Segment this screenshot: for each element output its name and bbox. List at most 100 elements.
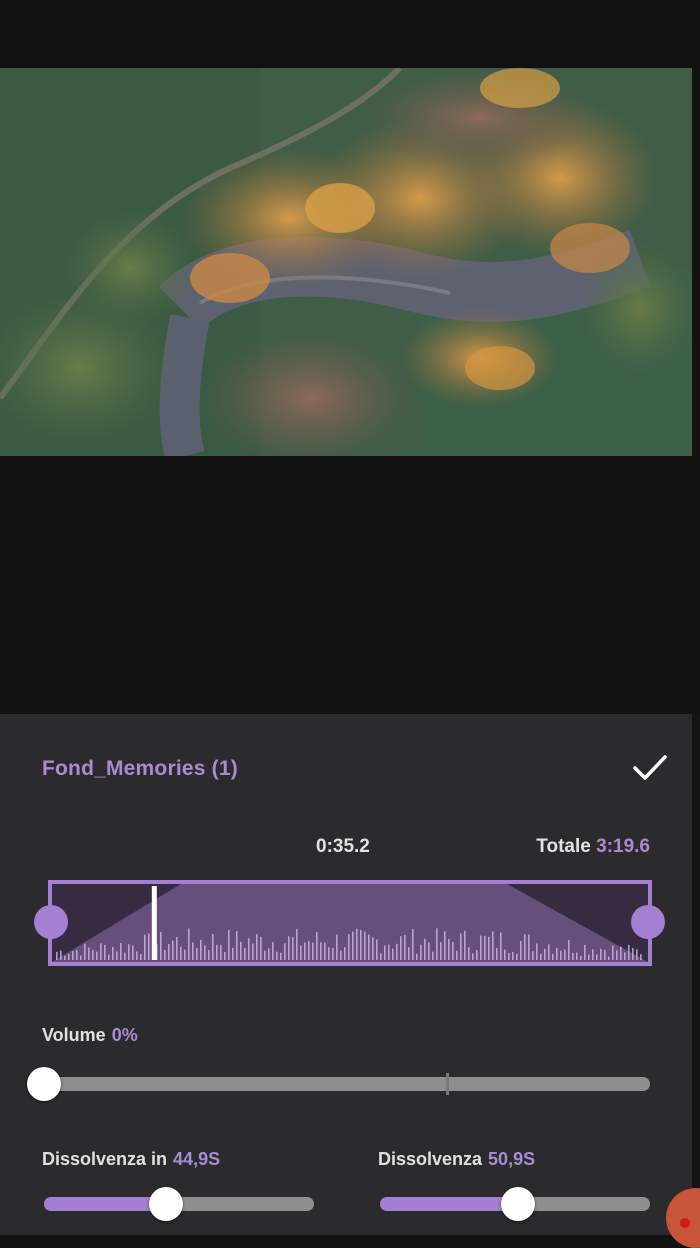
volume-default-marker [446, 1073, 449, 1095]
waveform-bar [388, 944, 390, 960]
waveform-bar [140, 954, 142, 960]
waveform-bar [576, 952, 578, 960]
waveform-bar [336, 934, 338, 960]
waveform-bar [208, 950, 210, 960]
waveform-bar [608, 956, 610, 960]
waveform-bar [628, 944, 630, 960]
waveform-bar [192, 942, 194, 960]
waveform-bar [184, 949, 186, 960]
waveform-bar [400, 936, 402, 960]
waveform-bar [60, 950, 62, 960]
preview-background [0, 456, 700, 714]
audio-waveform[interactable] [48, 880, 652, 966]
waveform-bar [148, 933, 150, 960]
trim-start-handle[interactable] [34, 905, 68, 939]
checkmark-icon[interactable] [630, 750, 670, 786]
volume-slider-thumb[interactable] [27, 1067, 61, 1101]
waveform-bar [240, 941, 242, 960]
waveform-bar [92, 950, 94, 960]
trim-end-handle[interactable] [631, 905, 665, 939]
waveform-bar [528, 934, 530, 960]
waveform-bar [452, 941, 454, 960]
waveform-bar [308, 941, 310, 960]
waveform-bar [216, 944, 218, 960]
waveform-bar [432, 951, 434, 960]
waveform-bar [108, 954, 110, 960]
waveform-bar [624, 952, 626, 960]
waveform-bar [440, 942, 442, 960]
waveform-bar [100, 943, 102, 960]
fade-in-slider-thumb[interactable] [148, 1187, 183, 1221]
waveform-bar [296, 929, 298, 960]
waveform-bar [340, 950, 342, 960]
waveform-bar [272, 942, 274, 960]
volume-label: Volume 0% [42, 1025, 138, 1046]
video-preview[interactable] [0, 68, 692, 456]
waveform-bar [588, 954, 590, 960]
waveform-bar [532, 951, 534, 960]
waveform-bar [496, 948, 498, 960]
waveform-bar [160, 932, 162, 960]
waveform-bar [356, 928, 358, 960]
playhead[interactable] [151, 886, 157, 960]
waveform-bar [88, 947, 90, 960]
waveform-bar [144, 934, 146, 960]
waveform-bar [180, 946, 182, 960]
waveform-bar [436, 928, 438, 960]
waveform-bar [344, 946, 346, 960]
record-icon [680, 1218, 690, 1228]
waveform-bar [196, 947, 198, 960]
waveform-bar [348, 934, 350, 960]
waveform-bar [552, 953, 554, 960]
waveform-bar [352, 931, 354, 960]
waveform-bar [560, 950, 562, 960]
waveform-bar [324, 942, 326, 960]
waveform-bar [268, 948, 270, 960]
fade-in-label: Dissolvenza in 44,9S [42, 1149, 220, 1170]
waveform-bar [392, 948, 394, 960]
waveform-bar [116, 951, 118, 960]
waveform-bar [420, 944, 422, 960]
fade-out-label: Dissolvenza 50,9S [378, 1149, 535, 1170]
total-value: 3:19.6 [596, 836, 650, 857]
waveform-bar [404, 934, 406, 960]
waveform-bar [428, 942, 430, 960]
waveform-bar [68, 953, 70, 960]
waveform-bar [168, 944, 170, 960]
waveform-bar [480, 935, 482, 960]
waveform-bar [256, 934, 258, 960]
waveform-bar [284, 943, 286, 960]
waveform-bar [468, 947, 470, 960]
waveform-bar [520, 941, 522, 960]
waveform-bar [564, 949, 566, 960]
waveform-bar [228, 929, 230, 960]
waveform-bar [584, 944, 586, 960]
waveform-bar [56, 951, 58, 960]
waveform-bar [172, 940, 174, 960]
waveform-bar [372, 937, 374, 960]
waveform-bar [128, 944, 130, 960]
waveform-bar [288, 936, 290, 960]
waveform-bar [200, 939, 202, 960]
waveform-bar [220, 944, 222, 960]
waveform-bar [604, 949, 606, 960]
fade-in-label-text: Dissolvenza in [42, 1149, 168, 1169]
waveform-bar [456, 950, 458, 960]
fade-out-label-text: Dissolvenza [378, 1149, 483, 1169]
waveform-bar [360, 929, 362, 960]
waveform-bar [236, 931, 238, 960]
waveform-bar [396, 943, 398, 960]
waveform-bar [448, 938, 450, 960]
waveform-bar [300, 945, 302, 960]
volume-slider[interactable] [44, 1077, 650, 1091]
waveform-bar [484, 935, 486, 960]
waveform-bar [64, 955, 66, 960]
waveform-bar [84, 943, 86, 960]
waveform-bar [292, 937, 294, 960]
waveform-bar [516, 953, 518, 960]
waveform-bar [460, 933, 462, 960]
fade-out-value: 50,9S [488, 1149, 536, 1169]
waveform-bar [212, 933, 214, 960]
fade-out-slider-thumb[interactable] [500, 1187, 535, 1221]
waveform-bar [248, 938, 250, 960]
